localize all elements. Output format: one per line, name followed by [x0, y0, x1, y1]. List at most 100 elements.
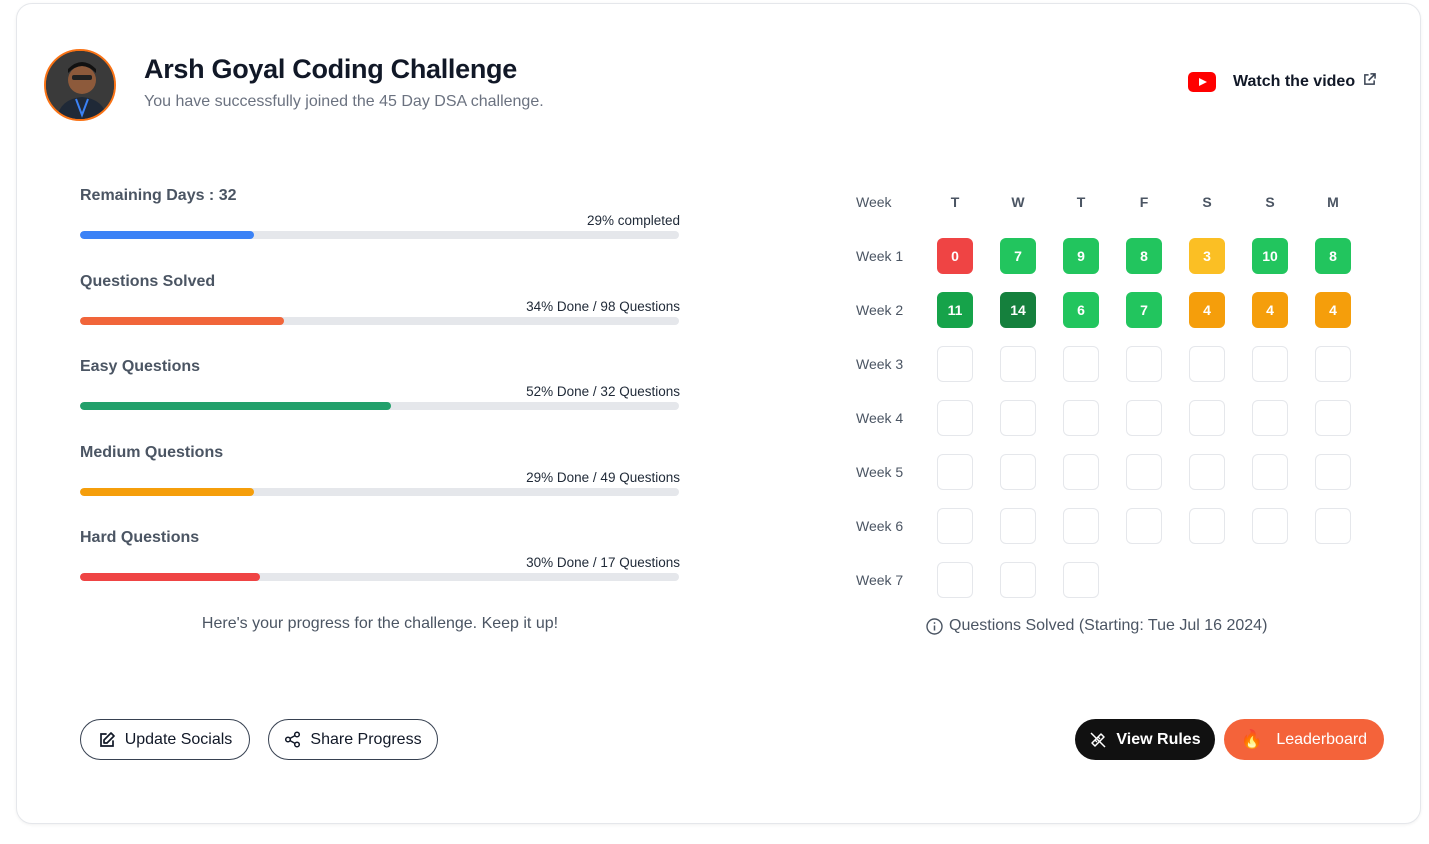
- day-cell: 4: [1315, 292, 1351, 328]
- progress-item: Easy Questions 52% Done / 32 Questions: [80, 358, 680, 418]
- day-cell: [1000, 562, 1036, 598]
- day-cell: [1126, 346, 1162, 382]
- day-cell: [1189, 346, 1225, 382]
- progress-label: Medium Questions: [80, 444, 224, 461]
- day-cell: 7: [1000, 238, 1036, 274]
- progress-track: [80, 573, 679, 581]
- day-cell: [1315, 454, 1351, 490]
- day-header: T: [950, 194, 960, 210]
- progress-fill: [80, 231, 254, 239]
- progress-item: Hard Questions 30% Done / 17 Questions: [80, 529, 680, 589]
- day-cell: [1000, 400, 1036, 436]
- day-cell: [1063, 508, 1099, 544]
- day-cell: 8: [1315, 238, 1351, 274]
- progress-status: 29% completed: [586, 213, 680, 228]
- progress-track: [80, 402, 679, 410]
- day-header: S: [1202, 194, 1212, 210]
- view-rules-label: View Rules: [1116, 730, 1201, 748]
- day-cell: [937, 346, 973, 382]
- day-cell: [1126, 400, 1162, 436]
- progress-footnote: Here's your progress for the challenge. …: [201, 615, 559, 632]
- day-cell: [937, 400, 973, 436]
- day-cell: [1252, 400, 1288, 436]
- share-icon: [285, 731, 301, 748]
- day-cell: [1063, 562, 1099, 598]
- day-cell: [1000, 346, 1036, 382]
- week-label: Week 3: [856, 356, 904, 372]
- youtube-icon: [1188, 72, 1216, 92]
- day-header: S: [1265, 194, 1275, 210]
- progress-fill: [80, 317, 284, 325]
- info-icon: [926, 617, 943, 635]
- day-cell: [1252, 508, 1288, 544]
- progress-item: Questions Solved 34% Done / 98 Questions: [80, 273, 680, 333]
- day-cell: 8: [1126, 238, 1162, 274]
- avatar: [44, 49, 116, 121]
- day-cell: [937, 454, 973, 490]
- day-cell: 11: [937, 292, 973, 328]
- rules-icon: [1090, 731, 1106, 748]
- day-cell: [1000, 454, 1036, 490]
- week-label: Week 4: [856, 410, 904, 426]
- progress-item: Remaining Days : 32 29% completed: [80, 187, 680, 247]
- progress-label: Questions Solved: [80, 273, 216, 290]
- week-label: Week 2: [856, 302, 904, 318]
- day-cell: [1252, 346, 1288, 382]
- day-cell: [1000, 508, 1036, 544]
- edit-icon: [99, 731, 115, 747]
- external-link-icon: [1364, 72, 1376, 85]
- watch-video-link[interactable]: Watch the video: [1188, 72, 1376, 92]
- day-cell: [1189, 508, 1225, 544]
- day-cell: 14: [1000, 292, 1036, 328]
- day-cell: 7: [1126, 292, 1162, 328]
- week-header: Week: [856, 194, 892, 210]
- progress-status: 34% Done / 98 Questions: [526, 299, 680, 314]
- day-cell: 4: [1189, 292, 1225, 328]
- day-cell: [1315, 508, 1351, 544]
- progress-status: 52% Done / 32 Questions: [526, 384, 680, 399]
- week-label: Week 6: [856, 518, 904, 534]
- view-rules-button[interactable]: View Rules: [1075, 719, 1215, 760]
- day-cell: 9: [1063, 238, 1099, 274]
- progress-label: Remaining Days : 32: [80, 187, 237, 204]
- progress-track: [80, 488, 679, 496]
- day-cell: [1063, 454, 1099, 490]
- progress-fill: [80, 402, 392, 410]
- page-title: Arsh Goyal Coding Challenge: [144, 54, 517, 84]
- day-cell: [1063, 346, 1099, 382]
- day-header: M: [1327, 194, 1339, 210]
- watch-video-label: Watch the video: [1233, 73, 1356, 90]
- day-cell: [1315, 400, 1351, 436]
- calendar-note: Questions Solved (Starting: Tue Jul 16 2…: [926, 617, 1267, 635]
- progress-label: Easy Questions: [80, 358, 201, 375]
- leaderboard-button[interactable]: 🔥 Leaderboard: [1224, 719, 1384, 760]
- day-cell: 3: [1189, 238, 1225, 274]
- day-header: F: [1139, 194, 1149, 210]
- calendar-note-text: Questions Solved (Starting: Tue Jul 16 2…: [949, 617, 1268, 634]
- day-cell: [1252, 454, 1288, 490]
- day-cell: [1126, 508, 1162, 544]
- day-cell: [937, 562, 973, 598]
- day-cell: 10: [1252, 238, 1288, 274]
- day-header: T: [1076, 194, 1086, 210]
- progress-status: 29% Done / 49 Questions: [526, 470, 680, 485]
- progress-label: Hard Questions: [80, 529, 200, 546]
- week-label: Week 5: [856, 464, 904, 480]
- progress-fill: [80, 573, 260, 581]
- progress-track: [80, 317, 679, 325]
- weekly-calendar: Week T W T F S S M Week 1 0 7 9 8 3 10 8 Week 2 11 14 6 7 4 4…: [856, 186, 1376, 606]
- progress-fill: [80, 488, 254, 496]
- share-progress-button[interactable]: Share Progress: [268, 719, 438, 760]
- update-socials-button[interactable]: Update Socials: [80, 719, 250, 760]
- day-cell: [937, 508, 973, 544]
- week-label: Week 1: [856, 248, 904, 264]
- fire-icon: 🔥: [1240, 729, 1264, 749]
- day-cell: [1063, 400, 1099, 436]
- day-cell: [1315, 346, 1351, 382]
- week-label: Week 7: [856, 572, 904, 588]
- day-cell: 0: [937, 238, 973, 274]
- day-cell: [1189, 400, 1225, 436]
- progress-item: Medium Questions 29% Done / 49 Questions: [80, 444, 680, 504]
- progress-status: 30% Done / 17 Questions: [526, 555, 680, 570]
- leaderboard-label: Leaderboard: [1276, 730, 1368, 748]
